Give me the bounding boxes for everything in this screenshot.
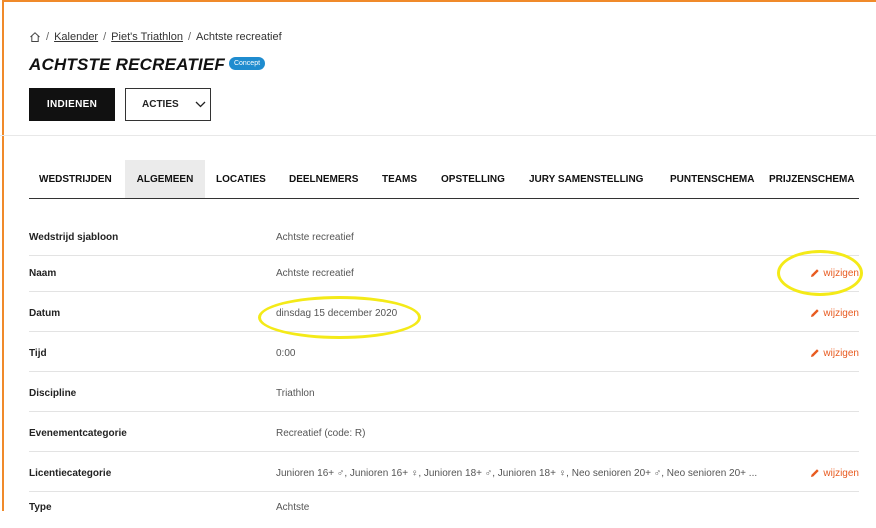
field-label: Discipline: [29, 387, 77, 399]
breadcrumb-separator: /: [46, 31, 50, 43]
table-row: Type Achtste: [29, 492, 859, 528]
table-row: Naam Achtste recreatief wijzigen: [29, 255, 859, 292]
status-badge: Concept: [228, 56, 266, 70]
breadcrumb-link-kalender[interactable]: Kalender: [54, 31, 98, 43]
breadcrumb-separator: /: [103, 31, 107, 43]
edit-date-link[interactable]: wijzigen: [810, 295, 859, 331]
chevron-down-icon: [195, 101, 206, 108]
edit-label: wijzigen: [823, 307, 859, 319]
tab-algemeen[interactable]: ALGEMEEN: [125, 160, 205, 198]
tab-wedstrijden[interactable]: WEDSTRIJDEN: [39, 160, 112, 198]
table-row: Wedstrijd sjabloon Achtste recreatief: [29, 219, 859, 256]
tab-underline: [29, 198, 859, 199]
field-label: Tijd: [29, 347, 47, 359]
page-header: / Kalender / Piet's Triathlon / Achtste …: [0, 0, 876, 135]
field-label: Licentiecategorie: [29, 467, 112, 479]
breadcrumb-separator: /: [187, 31, 192, 43]
header-divider: [0, 135, 876, 136]
table-row: Tijd 0:00 wijzigen: [29, 335, 859, 372]
tab-opstelling[interactable]: OPSTELLING: [441, 160, 505, 198]
table-row: Evenementcategorie Recreatief (code: R): [29, 415, 859, 452]
field-value: Achtste recreatief: [276, 267, 354, 279]
field-value: Recreatief (code: R): [276, 427, 366, 439]
field-label: Evenementcategorie: [29, 427, 127, 439]
edit-label: wijzigen: [823, 467, 859, 479]
field-value: Achtste: [276, 501, 310, 513]
field-value: dinsdag 15 december 2020: [276, 307, 398, 319]
tab-jury-samenstelling[interactable]: JURY SAMENSTELLING: [529, 160, 643, 198]
tab-puntenschema[interactable]: PUNTENSCHEMA: [670, 160, 754, 198]
pencil-icon: [811, 469, 820, 477]
pencil-icon: [811, 349, 820, 357]
table-row: Datum dinsdag 15 december 2020 wijzigen: [29, 295, 859, 332]
breadcrumb-link-triathlon[interactable]: Piet's Triathlon: [111, 31, 183, 43]
tab-teams[interactable]: TEAMS: [382, 160, 417, 198]
field-label: Wedstrijd sjabloon: [29, 231, 119, 243]
pencil-icon: [811, 269, 820, 277]
field-value: Triathlon: [276, 387, 315, 399]
field-label: Type: [29, 501, 52, 513]
tab-deelnemers[interactable]: DEELNEMERS: [289, 160, 358, 198]
tab-bar: WEDSTRIJDEN ALGEMEEN LOCATIES DEELNEMERS…: [29, 160, 859, 198]
breadcrumb-current: Achtste recreatief: [196, 31, 282, 43]
edit-name-link[interactable]: wijzigen: [810, 255, 859, 291]
edit-label: wijzigen: [823, 347, 859, 359]
field-label: Naam: [29, 267, 57, 279]
home-icon[interactable]: [29, 31, 41, 43]
page-title: ACHTSTE RECREATIEF: [29, 55, 225, 74]
table-row: Discipline Triathlon: [29, 375, 859, 412]
pencil-icon: [811, 309, 820, 317]
table-row: Licentiecategorie Junioren 16+ ♂, Junior…: [29, 455, 859, 492]
title-row: ACHTSTE RECREATIEF Concept: [29, 55, 266, 75]
actions-dropdown[interactable]: ACTIES: [125, 88, 211, 121]
edit-label: wijzigen: [823, 267, 859, 279]
actions-label: ACTIES: [142, 99, 179, 110]
field-value: Achtste recreatief: [276, 231, 354, 243]
submit-button[interactable]: INDIENEN: [29, 88, 115, 121]
tab-prijzenschema[interactable]: PRIJZENSCHEMA: [769, 160, 855, 198]
field-value: Junioren 16+ ♂, Junioren 16+ ♀, Junioren…: [276, 467, 758, 479]
edit-time-link[interactable]: wijzigen: [810, 335, 859, 371]
edit-license-link[interactable]: wijzigen: [810, 455, 859, 491]
breadcrumb: / Kalender / Piet's Triathlon / Achtste …: [29, 31, 282, 43]
field-label: Datum: [29, 307, 61, 319]
tab-locaties[interactable]: LOCATIES: [216, 160, 266, 198]
field-value: 0:00: [276, 347, 296, 359]
